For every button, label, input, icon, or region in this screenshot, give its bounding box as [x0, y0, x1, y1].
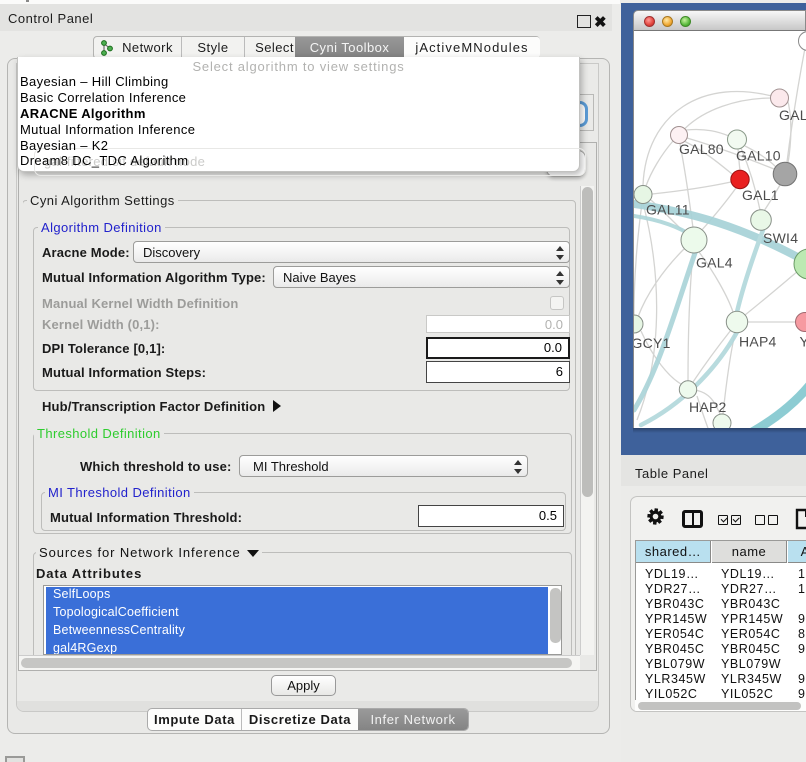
svg-text:GAL80: GAL80 [679, 141, 724, 157]
svg-text:GAL: GAL [779, 107, 806, 123]
svg-text:GAL4: GAL4 [696, 255, 733, 271]
svg-text:GAL11: GAL11 [646, 202, 690, 218]
svg-text:GAL10: GAL10 [736, 148, 781, 164]
svg-text:Y: Y [800, 334, 806, 350]
svg-text:GAL1: GAL1 [742, 187, 779, 203]
svg-text:HAP2: HAP2 [689, 399, 727, 415]
svg-text:HAP4: HAP4 [739, 334, 777, 350]
svg-text:SWI4: SWI4 [763, 230, 798, 246]
svg-text:GCY1: GCY1 [634, 335, 671, 351]
